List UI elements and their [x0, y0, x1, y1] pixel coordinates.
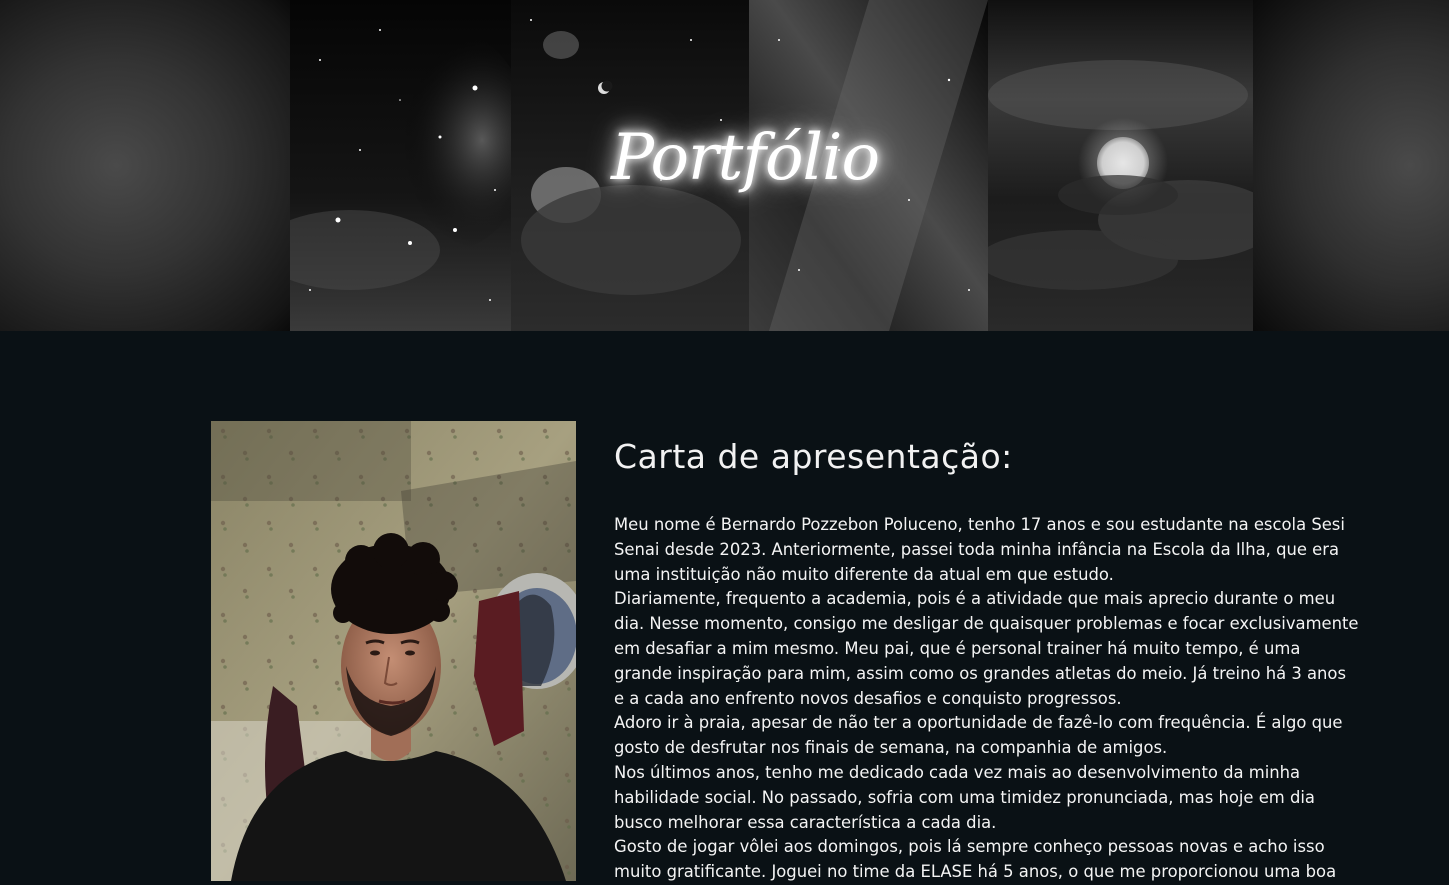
banner-blurred-right: [1253, 0, 1449, 331]
cover-letter: Carta de apresentação: Meu nome é Bernar…: [614, 431, 1359, 885]
cover-letter-paragraph: Adoro ir à praia, apesar de não ter a op…: [614, 713, 1343, 758]
cover-letter-paragraph: Meu nome é Bernardo Pozzebon Poluceno, t…: [614, 515, 1345, 584]
main-content: Carta de apresentação: Meu nome é Bernar…: [0, 331, 1449, 881]
header-banner: Portfólio: [0, 0, 1449, 331]
cover-letter-title: Carta de apresentação:: [614, 437, 1013, 476]
cover-letter-paragraph: Diariamente, frequento a academia, pois …: [614, 589, 1359, 708]
banner-blurred-left: [0, 0, 290, 331]
banner-panel-full-moon: [988, 0, 1253, 331]
cover-letter-body: Meu nome é Bernardo Pozzebon Poluceno, t…: [614, 513, 1359, 885]
banner-title: Portfólio: [611, 121, 880, 195]
banner-panel-starry-nebula: [290, 0, 511, 331]
cover-letter-paragraph: Gosto de jogar vôlei aos domingos, pois …: [614, 837, 1337, 882]
cover-letter-paragraph: Nos últimos anos, tenho me dedicado cada…: [614, 762, 1315, 832]
profile-photo: [211, 421, 576, 881]
